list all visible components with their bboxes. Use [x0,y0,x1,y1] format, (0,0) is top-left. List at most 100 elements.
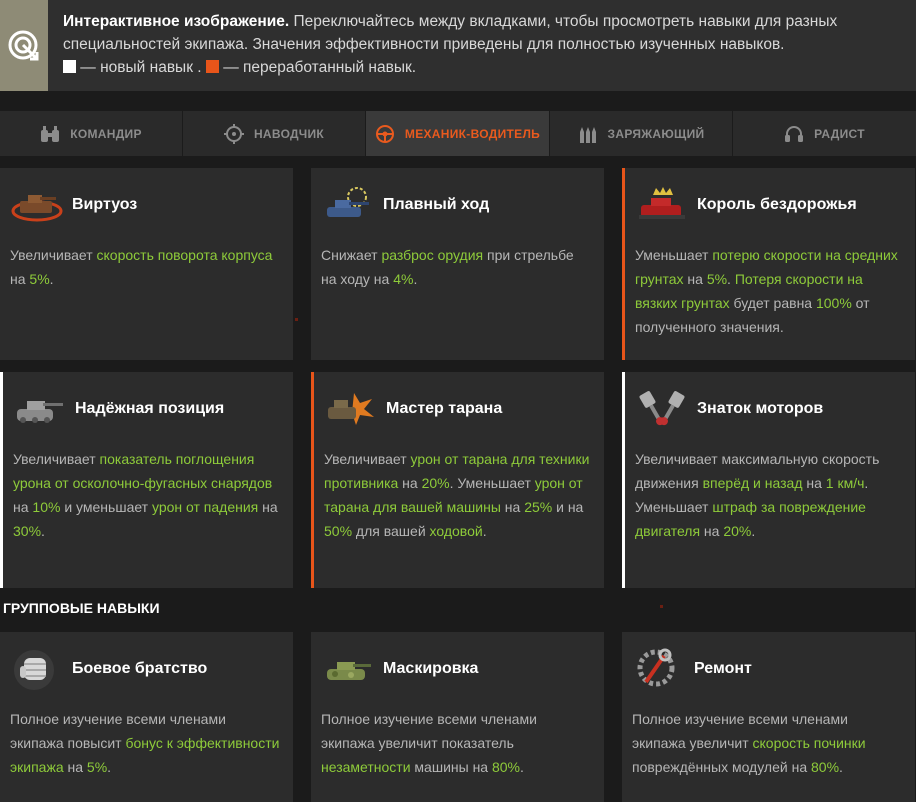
description-text: Увеличивает [324,451,411,467]
tab-label: МЕХАНИК-ВОДИТЕЛЬ [404,126,541,141]
skill-card-camouflage[interactable]: Маскировка Полное изучение всеми членами… [311,632,604,802]
skill-title: Знаток моторов [697,400,824,417]
description-text: . Уменьшает [449,475,535,491]
description-text: для вашей [352,523,430,539]
skill-description: Увеличивает максимальную скорость движен… [635,447,905,543]
info-bold: Интерактивное изображение. [63,13,290,30]
tab-label: КОМАНДИР [70,126,142,141]
highlighted-term: 5% [86,759,108,775]
legend-reworked-swatch [205,60,219,73]
headphones-icon [785,125,804,142]
skill-title: Король бездорожья [697,196,857,213]
highlighted-term: 80% [491,759,521,775]
tab-loader[interactable]: ЗАРЯЖАЮЩИЙ [550,111,733,156]
description-text: будет равна [729,295,816,311]
highlighted-term: урон от падения [151,499,259,515]
info-banner: Интерактивное изображение. Переключайтес… [0,0,916,91]
description-text: . [107,759,112,775]
skill-title: Плавный ход [383,196,490,213]
description-text: на [10,271,30,287]
tab-label: РАДИСТ [814,126,865,141]
tank-turning-icon [10,180,66,230]
interactive-target-icon [0,0,48,91]
description-text: . [482,523,487,539]
tab-radio-operator[interactable]: РАДИСТ [733,111,916,156]
camo-tank-icon [321,644,377,694]
highlighted-term: 100% [815,295,852,311]
wrench-gear-icon [632,644,688,694]
highlighted-term: 25% [524,499,553,515]
highlighted-term: 4% [393,271,414,287]
description-text: Снижает [321,247,382,263]
description-text: . [41,523,45,539]
description-text: . [727,271,735,287]
description-text: на [13,499,33,515]
description-text: . [751,523,756,539]
skill-title: Маскировка [383,660,479,677]
skill-card-reliable-position[interactable]: Надёжная позиция Увеличивает показатель … [0,372,293,588]
highlighted-term: скорость починки [752,735,866,751]
skill-description: Увеличивает показатель поглощения урона … [13,447,283,543]
description-text: и на [552,499,584,515]
legend-reworked: — переработанный навык. [218,59,417,76]
binoculars-icon [41,125,60,142]
description-text: повреждённых модулей на [632,759,811,775]
highlighted-term: разброс орудия [381,247,484,263]
description-text: Полное изучение всеми членами экипажа ув… [321,711,537,751]
tank-ram-icon [324,384,380,434]
skill-title: Надёжная позиция [75,400,225,417]
skill-description: Снижает разброс орудия при стрельбе на х… [321,243,591,291]
tab-label: ЗАРЯЖАЮЩИЙ [607,126,705,141]
crowned-tank-icon [635,180,691,230]
description-text: . [413,271,418,287]
tank-cannon-icon [13,384,69,434]
description-text: на [398,475,422,491]
description-text: на [700,523,724,539]
skill-description: Полное изучение всеми членами экипажа ув… [632,707,902,779]
highlighted-term: 50% [324,523,353,539]
description-text: на [63,759,87,775]
decor-scratch [660,605,663,608]
tab-label: НАВОДЧИК [253,126,325,141]
description-text: Увеличивает [13,451,100,467]
tab-driver[interactable]: МЕХАНИК-ВОДИТЕЛЬ [366,111,550,156]
description-text: на [802,475,826,491]
steering-wheel-icon [375,124,394,143]
highlighted-term: ходовой [429,523,483,539]
description-text: машины на [410,759,492,775]
description-text: . [520,759,524,775]
highlighted-term: вперёд и назад [702,475,803,491]
description-text: Уменьшает [635,247,713,263]
description-text: Увеличивает [10,247,97,263]
description-text: на [683,271,707,287]
skill-card-brotherhood[interactable]: Боевое братство Полное изучение всеми чл… [0,632,293,802]
highlighted-term: незаметности [321,759,411,775]
highlighted-term: 20% [421,475,450,491]
highlighted-term: 1 км/ч [825,475,865,491]
skill-card-offroad-king[interactable]: Король бездорожья Уменьшает потерю скоро… [622,168,915,360]
tab-commander[interactable]: КОМАНДИР [0,111,183,156]
skill-description: Полное изучение всеми членами экипажа по… [10,707,280,779]
crew-tabs: КОМАНДИР НАВОДЧИК МЕХАНИК-ВОДИТЕЛЬ ЗАРЯЖ… [0,111,916,156]
description-text: . [49,271,54,287]
skill-description: Увеличивает урон от тарана для техники п… [324,447,594,543]
skill-card-smooth-ride[interactable]: Плавный ход Снижает разброс орудия при с… [311,168,604,360]
skill-card-ram-master[interactable]: Мастер тарана Увеличивает урон от тарана… [311,372,604,588]
skill-card-engine-expert[interactable]: Знаток моторов Увеличивает максимальную … [622,372,915,588]
skill-card-repair[interactable]: Ремонт Полное изучение всеми членами эки… [622,632,915,802]
highlighted-term: 80% [811,759,840,775]
skill-card-virtuoso[interactable]: Виртуоз Увеличивает скорость поворота ко… [0,168,293,360]
skill-description: Увеличивает скорость поворота корпуса на… [10,243,280,291]
highlighted-term: 20% [723,523,752,539]
tab-gunner[interactable]: НАВОДЧИК [183,111,366,156]
highlighted-term: 5% [706,271,728,287]
group-skills-title: ГРУППОВЫЕ НАВЫКИ [3,600,160,616]
skill-title: Виртуоз [72,196,138,213]
skill-description: Полное изучение всеми членами экипажа ув… [321,707,591,779]
skill-title: Боевое братство [72,660,208,677]
description-text: на [258,499,278,515]
highlighted-term: 10% [32,499,61,515]
description-text: и уменьшает [60,499,152,515]
info-text: Интерактивное изображение. Переключайтес… [63,10,903,79]
highlighted-term: скорость поворота корпуса [96,247,273,263]
